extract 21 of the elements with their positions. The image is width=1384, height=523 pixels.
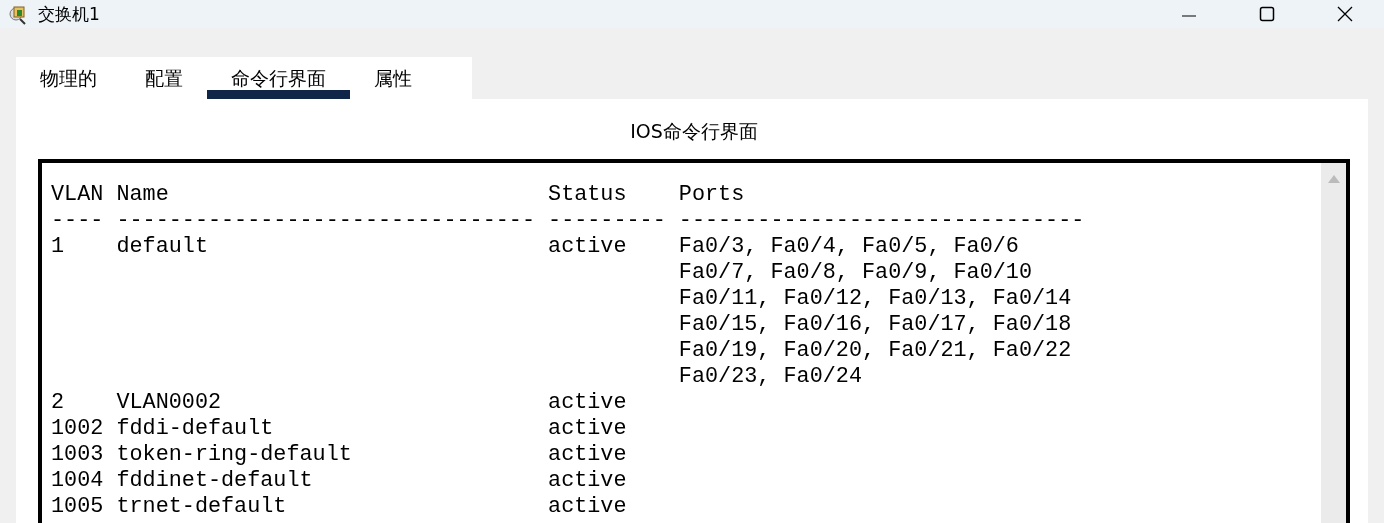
- scrollbar[interactable]: [1321, 163, 1346, 523]
- terminal-line: Fa0/15, Fa0/16, Fa0/17, Fa0/18: [677, 312, 1073, 338]
- close-icon: [1337, 6, 1353, 22]
- terminal-line: Fa0/11, Fa0/12, Fa0/13, Fa0/14: [677, 286, 1073, 312]
- terminal-line: Fa0/23, Fa0/24: [677, 364, 863, 390]
- panel-title: IOS命令行界面: [629, 119, 759, 144]
- terminal-line: Fa0/7, Fa0/8, Fa0/9, Fa0/10: [677, 260, 1034, 286]
- scroll-up-icon[interactable]: [1327, 175, 1340, 183]
- terminal-line: Fa0/19, Fa0/20, Fa0/21, Fa0/22: [677, 338, 1073, 364]
- terminal-line: 1005 trnet-default active: [51, 494, 628, 520]
- terminal[interactable]: [38, 159, 1350, 523]
- terminal-line: 2 VLAN0002 active: [51, 390, 628, 416]
- terminal-line: 1004 fddinet-default active: [51, 468, 628, 494]
- window-title: 交换机1: [38, 2, 100, 26]
- terminal-line: ---- -------------------------------- --------- -------------------------------: [51, 208, 1086, 234]
- terminal-line: 1 default active Fa0/3, Fa0/4, Fa0/5, Fa0/6: [51, 234, 1020, 260]
- terminal-line: VLAN Name Status Ports: [51, 182, 746, 208]
- maximize-icon: [1259, 6, 1275, 22]
- minimize-icon: [1182, 15, 1196, 17]
- terminal-line: 1003 token-ring-default active: [51, 442, 628, 468]
- terminal-line: 1002 fddi-default active: [51, 416, 628, 442]
